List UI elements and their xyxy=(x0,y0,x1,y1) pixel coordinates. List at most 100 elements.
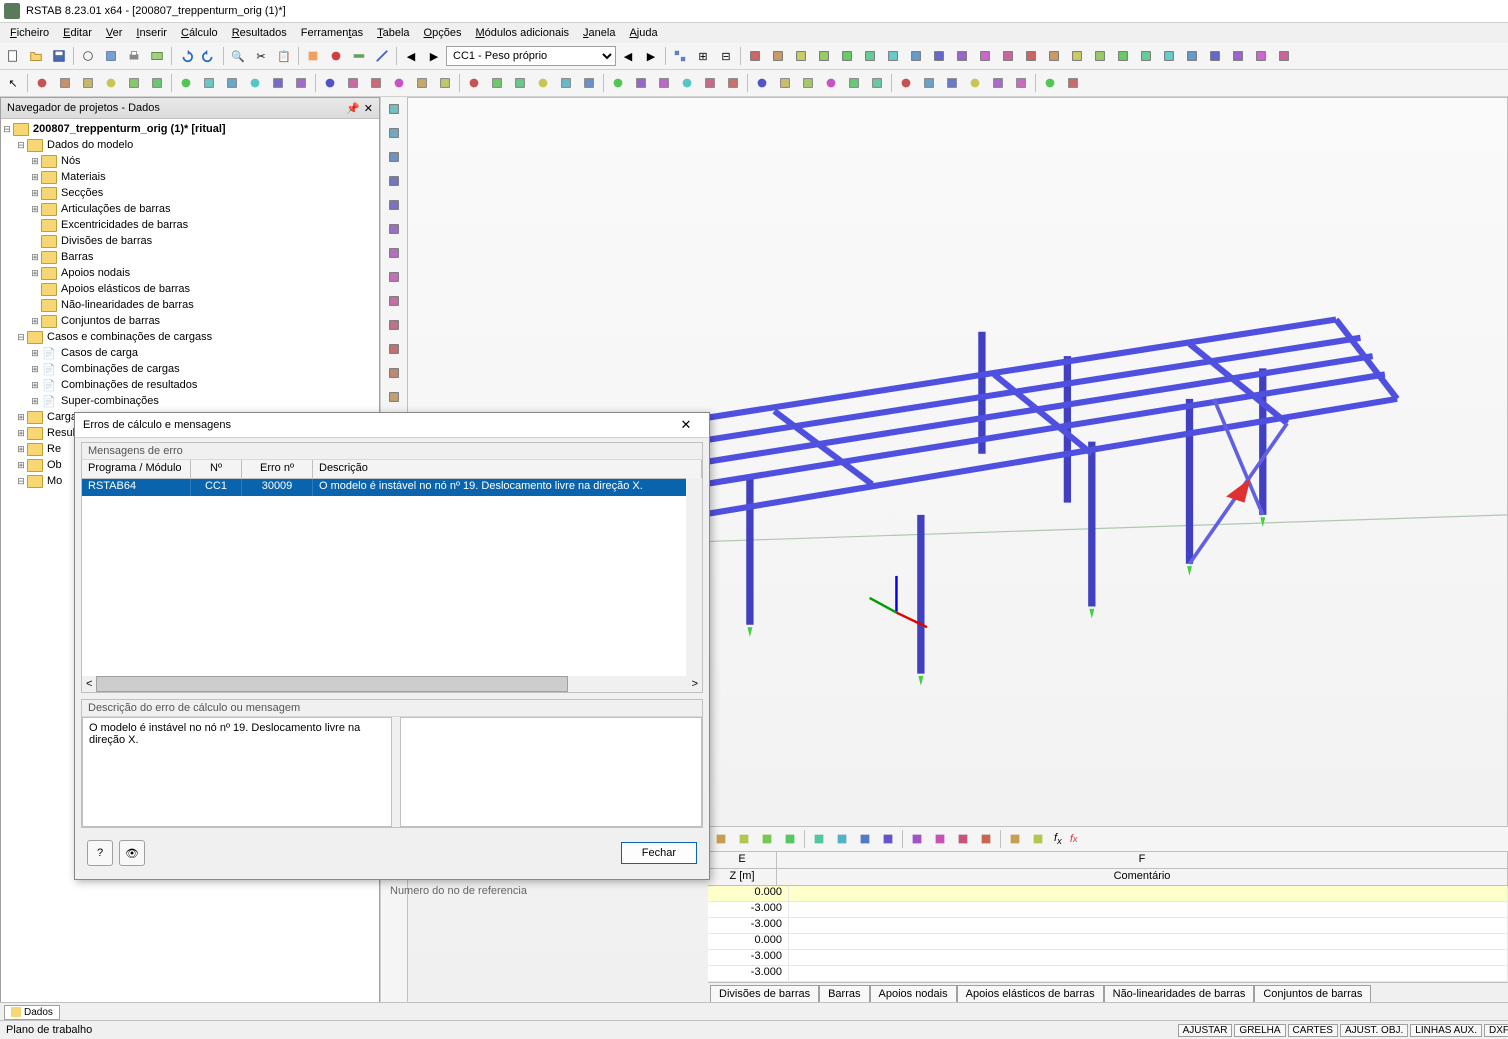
table-tool-icon[interactable] xyxy=(929,828,951,850)
tool-icon[interactable] xyxy=(964,72,986,94)
tool-icon[interactable] xyxy=(290,72,312,94)
vtool-icon[interactable] xyxy=(382,314,406,336)
tool-icon[interactable]: ◀ xyxy=(617,45,639,67)
vtool-icon[interactable] xyxy=(382,242,406,264)
open-icon[interactable] xyxy=(25,45,47,67)
menu-calc[interactable]: Cálculo xyxy=(175,25,224,41)
tool-icon[interactable] xyxy=(578,72,600,94)
table-tool-icon[interactable] xyxy=(808,828,830,850)
tool-icon[interactable] xyxy=(348,45,370,67)
tool-icon[interactable] xyxy=(941,72,963,94)
tool-icon[interactable] xyxy=(744,45,766,67)
tool-icon[interactable] xyxy=(699,72,721,94)
tool-icon[interactable] xyxy=(509,72,531,94)
undo-icon[interactable] xyxy=(175,45,197,67)
error-row[interactable]: RSTAB64 CC1 30009 O modelo é instável no… xyxy=(82,479,702,496)
tool-icon[interactable] xyxy=(325,45,347,67)
tool-icon[interactable] xyxy=(722,72,744,94)
tool-icon[interactable] xyxy=(669,45,691,67)
tool-icon[interactable] xyxy=(1181,45,1203,67)
tool-icon[interactable] xyxy=(1066,45,1088,67)
status-seg[interactable]: AJUST. OBJ. xyxy=(1340,1024,1408,1037)
vtool-icon[interactable] xyxy=(382,386,406,408)
vtool-icon[interactable] xyxy=(382,266,406,288)
tool-icon[interactable] xyxy=(434,72,456,94)
table-tool-icon[interactable] xyxy=(952,828,974,850)
status-seg[interactable]: LINHAS AUX. xyxy=(1410,1024,1482,1037)
menu-addon[interactable]: Módulos adicionais xyxy=(469,25,575,41)
tool-icon[interactable] xyxy=(244,72,266,94)
tool-icon[interactable] xyxy=(198,72,220,94)
error-table[interactable]: Programa / Módulo Nº Erro nº Descrição R… xyxy=(82,460,702,676)
vtool-icon[interactable] xyxy=(382,98,406,120)
status-seg[interactable]: DXF xyxy=(1484,1024,1508,1037)
tool-icon[interactable] xyxy=(319,72,341,94)
tool-icon[interactable] xyxy=(866,72,888,94)
table-tool-icon[interactable] xyxy=(1004,828,1026,850)
tool-icon[interactable] xyxy=(895,72,917,94)
loadcase-combo[interactable]: CC1 - Peso próprio xyxy=(446,46,616,66)
fx-clear-icon[interactable]: fx xyxy=(1063,828,1085,850)
table-tool-icon[interactable] xyxy=(779,828,801,850)
tool-icon[interactable] xyxy=(1227,45,1249,67)
tool-icon[interactable] xyxy=(790,45,812,67)
tool-icon[interactable] xyxy=(1010,72,1032,94)
tool-icon[interactable]: ✂ xyxy=(250,45,272,67)
status-seg[interactable]: AJUSTAR xyxy=(1178,1024,1233,1037)
tool-icon[interactable] xyxy=(146,45,168,67)
tool-icon[interactable] xyxy=(974,45,996,67)
tool-icon[interactable] xyxy=(1089,45,1111,67)
vtool-icon[interactable] xyxy=(382,338,406,360)
table-tab[interactable]: Apoios elásticos de barras xyxy=(957,985,1104,1002)
table-tool-icon[interactable] xyxy=(877,828,899,850)
h-scrollbar[interactable]: <> xyxy=(82,676,702,692)
menu-view[interactable]: Ver xyxy=(100,25,129,41)
tool-icon[interactable] xyxy=(486,72,508,94)
menu-table[interactable]: Tabela xyxy=(371,25,415,41)
close-button[interactable]: Fechar xyxy=(621,842,697,864)
pin-icon[interactable]: 📌 xyxy=(346,102,360,115)
tool-icon[interactable]: ▶ xyxy=(640,45,662,67)
menu-options[interactable]: Opções xyxy=(418,25,468,41)
menu-tools[interactable]: Ferramentas xyxy=(295,25,369,41)
tool-icon[interactable] xyxy=(607,72,629,94)
tool-icon[interactable] xyxy=(630,72,652,94)
menu-help[interactable]: Ajuda xyxy=(623,25,663,41)
save-icon[interactable] xyxy=(48,45,70,67)
tool-icon[interactable] xyxy=(1112,45,1134,67)
tool-icon[interactable] xyxy=(843,72,865,94)
tool-icon[interactable]: ▶ xyxy=(423,45,445,67)
data-table[interactable]: EF Z [m]Comentário 0.000 -3.000 -3.000 0… xyxy=(708,851,1508,982)
tool-icon[interactable] xyxy=(751,72,773,94)
tool-icon[interactable] xyxy=(905,45,927,67)
print-icon[interactable] xyxy=(123,45,145,67)
table-tool-icon[interactable] xyxy=(1027,828,1049,850)
table-tool-icon[interactable] xyxy=(975,828,997,850)
menu-window[interactable]: Janela xyxy=(577,25,621,41)
vtool-icon[interactable] xyxy=(382,194,406,216)
help-icon[interactable]: ? xyxy=(87,840,113,866)
tool-icon[interactable] xyxy=(1135,45,1157,67)
tool-icon[interactable] xyxy=(31,72,53,94)
menu-edit[interactable]: Editar xyxy=(57,25,98,41)
tool-icon[interactable] xyxy=(676,72,698,94)
dados-tab[interactable]: Dados xyxy=(4,1005,60,1020)
tool-icon[interactable] xyxy=(1043,45,1065,67)
tool-icon[interactable] xyxy=(463,72,485,94)
vtool-icon[interactable] xyxy=(382,122,406,144)
table-tool-icon[interactable] xyxy=(733,828,755,850)
tool-icon[interactable] xyxy=(123,72,145,94)
tool-icon[interactable] xyxy=(836,45,858,67)
tool-icon[interactable] xyxy=(175,72,197,94)
tool-icon[interactable] xyxy=(54,72,76,94)
tool-icon[interactable] xyxy=(797,72,819,94)
tool-icon[interactable] xyxy=(653,72,675,94)
status-seg[interactable]: GRELHA xyxy=(1234,1024,1285,1037)
tool-icon[interactable] xyxy=(342,72,364,94)
vtool-icon[interactable] xyxy=(382,218,406,240)
tool-icon[interactable] xyxy=(987,72,1009,94)
tool-icon[interactable] xyxy=(1020,45,1042,67)
status-seg[interactable]: CARTES xyxy=(1288,1024,1338,1037)
menu-insert[interactable]: Inserir xyxy=(130,25,173,41)
tool-icon[interactable] xyxy=(371,45,393,67)
